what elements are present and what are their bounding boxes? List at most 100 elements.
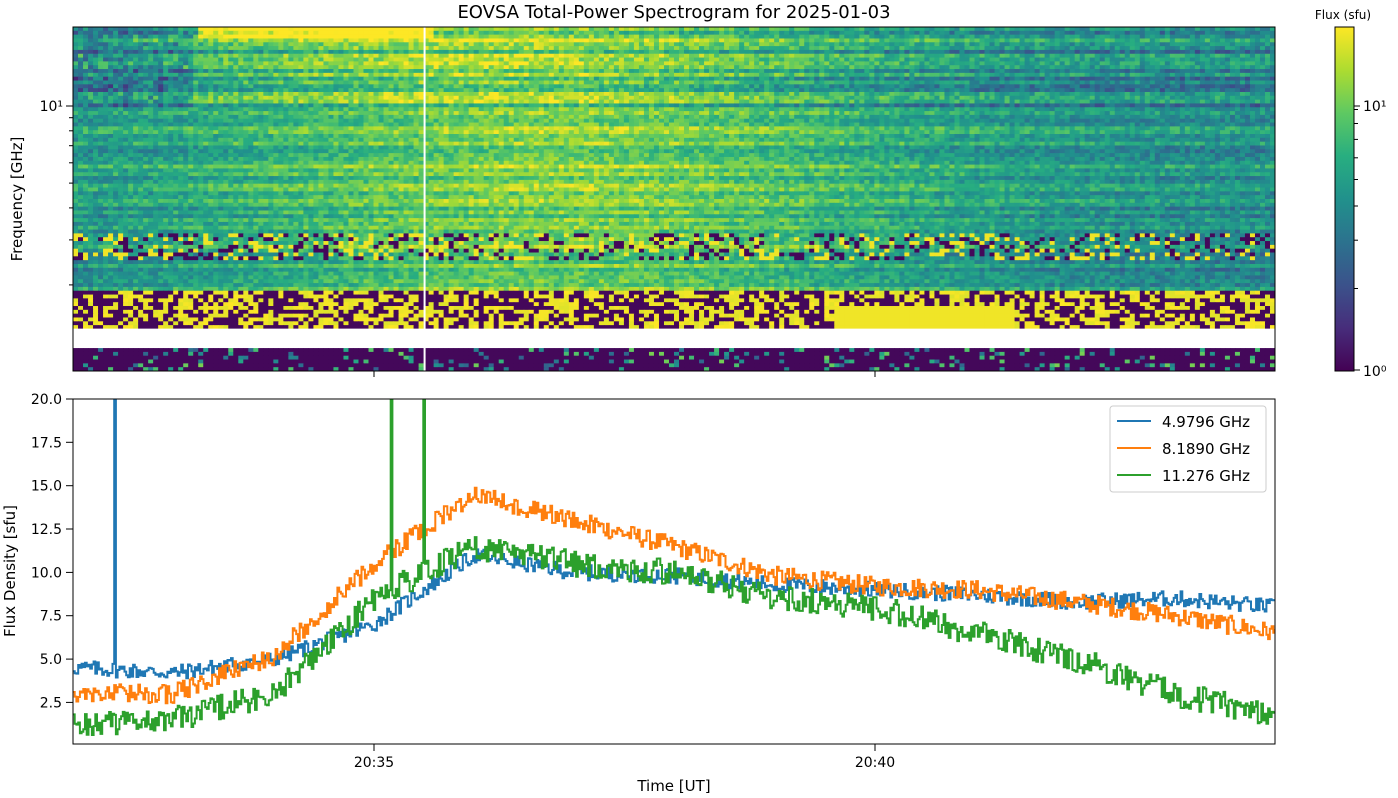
heatmap-cell bbox=[729, 54, 735, 58]
heatmap-cell bbox=[449, 81, 455, 85]
heatmap-cell bbox=[764, 103, 770, 107]
heatmap-cell bbox=[1070, 38, 1076, 42]
heatmap-cell bbox=[524, 50, 530, 54]
heatmap-cell bbox=[243, 31, 249, 35]
heatmap-cell bbox=[228, 96, 234, 100]
heatmap-cell bbox=[549, 61, 555, 65]
heatmap-cell bbox=[1260, 88, 1266, 92]
heatmap-cell bbox=[694, 81, 700, 85]
heatmap-cell bbox=[464, 27, 470, 31]
heatmap-cell bbox=[879, 38, 885, 42]
heatmap-cell bbox=[864, 65, 870, 69]
heatmap-cell bbox=[639, 38, 645, 42]
heatmap-cell bbox=[444, 81, 450, 85]
heatmap-cell bbox=[539, 69, 545, 73]
heatmap-cell bbox=[1025, 65, 1031, 69]
heatmap-cell bbox=[228, 61, 234, 65]
heatmap-cell bbox=[869, 77, 875, 81]
heatmap-cell bbox=[829, 84, 835, 88]
heatmap-cell bbox=[829, 77, 835, 81]
heatmap-cell bbox=[839, 103, 845, 107]
heatmap-cell bbox=[804, 69, 810, 73]
heatmap-cell bbox=[969, 35, 975, 39]
heatmap-cell bbox=[719, 73, 725, 77]
heatmap-cell bbox=[1195, 92, 1201, 96]
heatmap-cell bbox=[1010, 103, 1016, 107]
heatmap-cell bbox=[479, 96, 485, 100]
heatmap-cell bbox=[374, 61, 380, 65]
heatmap-cell bbox=[1170, 31, 1176, 35]
heatmap-cell bbox=[609, 31, 615, 35]
heatmap-cell bbox=[679, 65, 685, 69]
heatmap-cell bbox=[228, 31, 234, 35]
heatmap-cell bbox=[919, 100, 925, 104]
heatmap-cell bbox=[394, 88, 400, 92]
heatmap-cell bbox=[103, 42, 109, 46]
heatmap-cell bbox=[368, 103, 374, 107]
heatmap-cell bbox=[1080, 73, 1086, 77]
heatmap-cell bbox=[283, 42, 289, 46]
heatmap-cell bbox=[328, 54, 334, 58]
heatmap-cell bbox=[358, 38, 364, 42]
heatmap-cell bbox=[1065, 54, 1071, 58]
heatmap-cell bbox=[914, 46, 920, 50]
heatmap-cell bbox=[1145, 38, 1151, 42]
heatmap-cell bbox=[1105, 31, 1111, 35]
heatmap-cell bbox=[514, 73, 520, 77]
heatmap-cell bbox=[504, 103, 510, 107]
heatmap-cell bbox=[794, 42, 800, 46]
heatmap-cell bbox=[1095, 73, 1101, 77]
heatmap-cell bbox=[1035, 42, 1041, 46]
heatmap-cell bbox=[293, 84, 299, 88]
heatmap-cell bbox=[203, 27, 209, 31]
heatmap-cell bbox=[899, 38, 905, 42]
heatmap-cell bbox=[1020, 84, 1026, 88]
heatmap-cell bbox=[744, 50, 750, 54]
heatmap-cell bbox=[1165, 46, 1171, 50]
heatmap-cell bbox=[1185, 54, 1191, 58]
heatmap-cell bbox=[914, 42, 920, 46]
heatmap-cell bbox=[599, 58, 605, 62]
heatmap-cell bbox=[704, 92, 710, 96]
heatmap-cell bbox=[604, 50, 610, 54]
heatmap-cell bbox=[995, 65, 1001, 69]
heatmap-cell bbox=[108, 38, 114, 42]
heatmap-cell bbox=[499, 61, 505, 65]
heatmap-cell bbox=[258, 69, 264, 73]
heatmap-cell bbox=[1150, 50, 1156, 54]
heatmap-cell bbox=[1020, 31, 1026, 35]
heatmap-cell bbox=[293, 27, 299, 31]
heatmap-cell bbox=[904, 35, 910, 39]
heatmap-cell bbox=[198, 81, 204, 85]
heatmap-cell bbox=[273, 88, 279, 92]
heatmap-cell bbox=[1130, 42, 1136, 46]
heatmap-cell bbox=[799, 27, 805, 31]
heatmap-cell bbox=[123, 58, 129, 62]
heatmap-cell bbox=[1030, 96, 1036, 100]
heatmap-cell bbox=[839, 61, 845, 65]
heatmap-cell bbox=[864, 38, 870, 42]
heatmap-cell bbox=[384, 46, 390, 50]
heatmap-cell bbox=[529, 77, 535, 81]
heatmap-cell bbox=[1040, 50, 1046, 54]
heatmap-cell bbox=[699, 88, 705, 92]
heatmap-cell bbox=[959, 103, 965, 107]
heatmap-cell bbox=[1240, 96, 1246, 100]
heatmap-cell bbox=[193, 81, 199, 85]
heatmap-cell bbox=[1085, 58, 1091, 62]
heatmap-cell bbox=[469, 84, 475, 88]
heatmap-cell bbox=[624, 31, 630, 35]
heatmap-cell bbox=[764, 27, 770, 31]
heatmap-cell bbox=[1145, 81, 1151, 85]
heatmap-cell bbox=[839, 38, 845, 42]
heatmap-cell bbox=[1050, 103, 1056, 107]
heatmap-cell bbox=[924, 35, 930, 39]
heatmap-cell bbox=[1050, 42, 1056, 46]
heatmap-cell bbox=[1110, 65, 1116, 69]
heatmap-cell bbox=[333, 92, 339, 96]
heatmap-cell bbox=[954, 65, 960, 69]
heatmap-cell bbox=[724, 103, 730, 107]
heatmap-cell bbox=[1040, 103, 1046, 107]
heatmap-cell bbox=[1035, 50, 1041, 54]
heatmap-cell bbox=[839, 81, 845, 85]
